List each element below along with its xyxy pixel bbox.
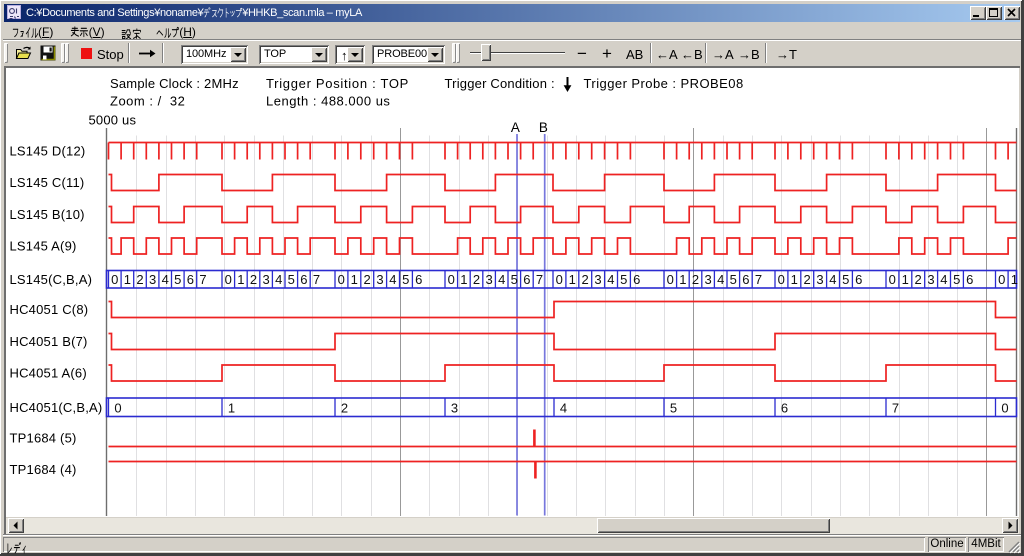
svg-text:5: 5 <box>670 401 677 416</box>
svg-text:4: 4 <box>498 272 505 287</box>
svg-text:LS145 B(10): LS145 B(10) <box>10 207 85 222</box>
svg-text:2: 2 <box>803 272 810 287</box>
svg-text:0: 0 <box>1001 401 1008 416</box>
svg-text:0: 0 <box>338 272 345 287</box>
svg-text:2: 2 <box>363 272 370 287</box>
svg-text:0: 0 <box>114 401 121 416</box>
svg-text:0: 0 <box>889 272 896 287</box>
svg-text:1: 1 <box>351 272 358 287</box>
svg-text:4: 4 <box>940 272 947 287</box>
svg-text:6: 6 <box>187 272 194 287</box>
svg-text:2: 2 <box>473 272 480 287</box>
svg-text:4: 4 <box>717 272 724 287</box>
svg-text:HC4051 A(6): HC4051 A(6) <box>10 366 87 381</box>
svg-text:HC4051 B(7): HC4051 B(7) <box>10 334 88 349</box>
svg-text:5: 5 <box>953 272 960 287</box>
svg-text:1: 1 <box>124 272 131 287</box>
svg-text:4: 4 <box>162 272 169 287</box>
svg-text:2: 2 <box>692 272 699 287</box>
svg-text:1: 1 <box>228 401 235 416</box>
svg-text:2: 2 <box>341 401 348 416</box>
svg-text:3: 3 <box>594 272 601 287</box>
svg-text:3: 3 <box>927 272 934 287</box>
svg-text:5: 5 <box>730 272 737 287</box>
svg-text:Trigger Probe : PROBE08: Trigger Probe : PROBE08 <box>584 76 744 91</box>
svg-text:Length : 488.000 us: Length : 488.000 us <box>266 94 390 109</box>
svg-text:5: 5 <box>511 272 518 287</box>
svg-text:3: 3 <box>451 401 458 416</box>
svg-text:6: 6 <box>415 272 422 287</box>
svg-text:0: 0 <box>225 272 232 287</box>
svg-text:Trigger Condition :: Trigger Condition : <box>445 76 555 91</box>
svg-text:3: 3 <box>485 272 492 287</box>
svg-text:0: 0 <box>778 272 785 287</box>
svg-text:3: 3 <box>262 272 269 287</box>
svg-text:7: 7 <box>892 401 899 416</box>
svg-text:5: 5 <box>620 272 627 287</box>
svg-text:TP1684 (4): TP1684 (4) <box>10 462 77 477</box>
svg-text:LS145 D(12): LS145 D(12) <box>10 144 86 159</box>
svg-text:7: 7 <box>313 272 320 287</box>
svg-text:6: 6 <box>742 272 749 287</box>
svg-text:4: 4 <box>389 272 396 287</box>
svg-text:2: 2 <box>136 272 143 287</box>
svg-text:3: 3 <box>704 272 711 287</box>
svg-text:LS145 A(9): LS145 A(9) <box>10 239 77 254</box>
svg-text:7: 7 <box>755 272 762 287</box>
svg-text:5: 5 <box>288 272 295 287</box>
svg-text:6: 6 <box>523 272 530 287</box>
svg-text:3: 3 <box>376 272 383 287</box>
svg-text:5: 5 <box>174 272 181 287</box>
svg-text:6: 6 <box>855 272 862 287</box>
svg-text:4: 4 <box>829 272 836 287</box>
svg-text:0: 0 <box>111 272 118 287</box>
svg-text:HC4051 C(8): HC4051 C(8) <box>10 302 89 317</box>
svg-text:6: 6 <box>966 272 973 287</box>
svg-text:1: 1 <box>679 272 686 287</box>
svg-text:2: 2 <box>914 272 921 287</box>
svg-text:TP1684 (5): TP1684 (5) <box>10 431 77 446</box>
svg-text:0: 0 <box>667 272 674 287</box>
svg-text:4: 4 <box>560 401 567 416</box>
svg-text:1: 1 <box>569 272 576 287</box>
svg-text:4: 4 <box>607 272 614 287</box>
svg-text:A: A <box>511 120 520 135</box>
svg-text:LS145 C(11): LS145 C(11) <box>10 175 85 190</box>
svg-text:LS145(C,B,A): LS145(C,B,A) <box>10 272 93 287</box>
svg-text:0: 0 <box>998 272 1005 287</box>
svg-text:6: 6 <box>300 272 307 287</box>
svg-text:HC4051(C,B,A): HC4051(C,B,A) <box>10 400 103 415</box>
svg-text:Zoom : / 32: Zoom : / 32 <box>110 94 185 109</box>
svg-text:3: 3 <box>816 272 823 287</box>
svg-text:Trigger Position : TOP: Trigger Position : TOP <box>266 76 409 91</box>
svg-text:7: 7 <box>199 272 206 287</box>
svg-text:Sample Clock : 2MHz: Sample Clock : 2MHz <box>110 76 239 91</box>
svg-text:4: 4 <box>275 272 282 287</box>
svg-text:3: 3 <box>149 272 156 287</box>
svg-text:6: 6 <box>781 401 788 416</box>
svg-text:B: B <box>539 120 548 135</box>
svg-text:1: 1 <box>237 272 244 287</box>
svg-text:6: 6 <box>633 272 640 287</box>
svg-text:1: 1 <box>791 272 798 287</box>
svg-text:1: 1 <box>460 272 467 287</box>
svg-text:0: 0 <box>556 272 563 287</box>
svg-text:5: 5 <box>842 272 849 287</box>
svg-text:1: 1 <box>902 272 909 287</box>
svg-text:5000 us: 5000 us <box>89 113 137 128</box>
svg-text:2: 2 <box>250 272 257 287</box>
svg-text:2: 2 <box>581 272 588 287</box>
svg-text:1: 1 <box>1011 272 1018 287</box>
svg-text:7: 7 <box>536 272 543 287</box>
svg-text:5: 5 <box>402 272 409 287</box>
svg-text:0: 0 <box>448 272 455 287</box>
